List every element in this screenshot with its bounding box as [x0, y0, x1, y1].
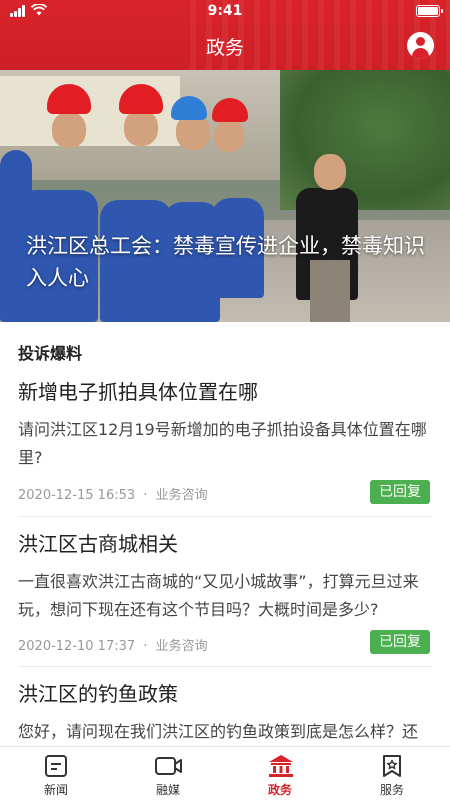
service-icon [383, 755, 401, 777]
tab-news[interactable]: 新闻 [0, 747, 112, 800]
complaint-date: 2020-12-10 17:37 [18, 639, 136, 654]
complaint-body: 您好，请问现在我们洪江区的钓鱼政策到底是怎么样？还 [18, 722, 419, 741]
complaint-title: 洪江区的钓鱼政策 [18, 682, 178, 706]
banner-photo-face [52, 112, 86, 148]
complaint-title: 新增电子抓拍具体位置在哪 [18, 380, 258, 404]
news-icon [45, 755, 67, 777]
complaint-category: 业务咨询 [155, 488, 208, 503]
complaint-title: 洪江区古商城相关 [18, 532, 178, 556]
user-profile-icon[interactable] [407, 32, 434, 59]
status-bar: 9:41 [0, 0, 450, 22]
banner-photo-face [314, 154, 346, 190]
complaint-category: 业务咨询 [155, 639, 208, 654]
banner-photo-face [124, 110, 158, 146]
complaint-item[interactable]: 洪江区的钓鱼政策 您好，请问现在我们洪江区的钓鱼政策到底是怎么样？还 [18, 680, 432, 746]
tab-label: 政务 [267, 783, 292, 797]
government-icon [269, 755, 293, 777]
tab-label: 融媒 [155, 783, 180, 797]
complaint-body: 一直很喜欢洪江古商城的“又见小城故事”，打算元旦过来玩，想问下现在还有这个节目吗… [18, 572, 419, 619]
news-banner-carousel[interactable]: 洪江区总工会：禁毒宣传进企业，禁毒知识入人心 [0, 70, 450, 322]
tab-government[interactable]: 政务 [224, 747, 336, 800]
tab-label: 新闻 [43, 783, 68, 797]
tab-service[interactable]: 服务 [336, 747, 448, 800]
tab-media[interactable]: 融媒 [112, 747, 224, 800]
complaint-item[interactable]: 洪江区古商城相关 一直很喜欢洪江古商城的“又见小城故事”，打算元旦过来玩，想问下… [18, 530, 432, 660]
banner-caption[interactable]: 洪江区总工会：禁毒宣传进企业，禁毒知识入人心 [26, 230, 426, 294]
status-badge: 已回复 [370, 480, 430, 504]
meta-separator: · [143, 639, 148, 654]
complaint-body: 请问洪江区12月19号新增加的电子抓拍设备具体位置在哪里? [18, 420, 427, 467]
divider [18, 516, 432, 517]
status-time: 9:41 [207, 3, 243, 19]
bottom-tab-bar: 新闻 融媒 政务 服务 [0, 746, 450, 800]
media-icon [155, 757, 182, 775]
meta-separator: · [143, 488, 148, 503]
complaint-date: 2020-12-15 16:53 [18, 488, 136, 503]
section-title: 投诉爆料 [18, 344, 83, 363]
tab-label: 服务 [379, 783, 404, 797]
page-title: 政务 [205, 37, 244, 59]
battery-icon [416, 5, 443, 17]
complaint-item[interactable]: 新增电子抓拍具体位置在哪 请问洪江区12月19号新增加的电子抓拍设备具体位置在哪… [18, 378, 432, 508]
divider [18, 666, 432, 667]
complaint-meta: 2020-12-15 16:53 · 业务咨询 [18, 484, 208, 503]
status-badge: 已回复 [370, 630, 430, 654]
complaint-meta: 2020-12-10 17:37 · 业务咨询 [18, 635, 208, 654]
top-header: 9:41 政务 [0, 0, 450, 70]
banner-photo-face [214, 120, 244, 152]
